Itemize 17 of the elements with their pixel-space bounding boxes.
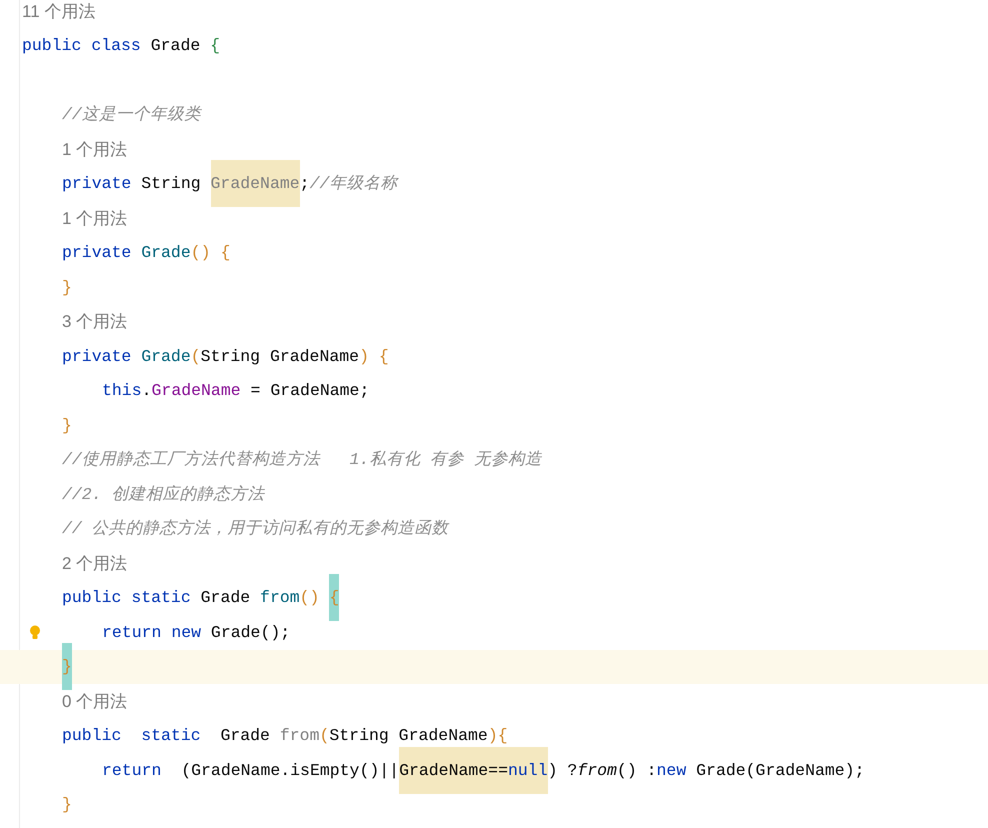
code-line: private Grade(String GradeName) { <box>62 346 389 368</box>
code-line: //使用静态工厂方法代替构造方法 1.私有化 有参 无参构造 <box>62 449 542 472</box>
usage-count-hint[interactable]: 11 个用法 <box>22 0 96 29</box>
usage-count-hint[interactable]: 3 个用法 <box>62 304 128 340</box>
code-line: public static Grade from(String GradeName){ <box>62 725 508 748</box>
code-line: } <box>62 276 72 299</box>
code-line: //2. 创建相应的静态方法 <box>62 484 265 506</box>
code-line: return new Grade(); <box>102 622 290 644</box>
code-line: this.GradeName = GradeName; <box>102 380 370 402</box>
code-line: private Grade() { <box>62 242 230 264</box>
code-line: } <box>62 414 72 437</box>
code-line: return (GradeName.isEmpty()||GradeName==null) ?from() :new Grade(GradeName); <box>102 746 864 794</box>
code-line: public class Grade { <box>22 35 220 58</box>
code-line: // 公共的静态方法，用于访问私有的无参构造函数 <box>62 518 449 540</box>
lightbulb-icon[interactable] <box>29 625 41 640</box>
code-line: //这是一个年级类 <box>62 104 201 126</box>
code-line: } <box>62 794 72 816</box>
